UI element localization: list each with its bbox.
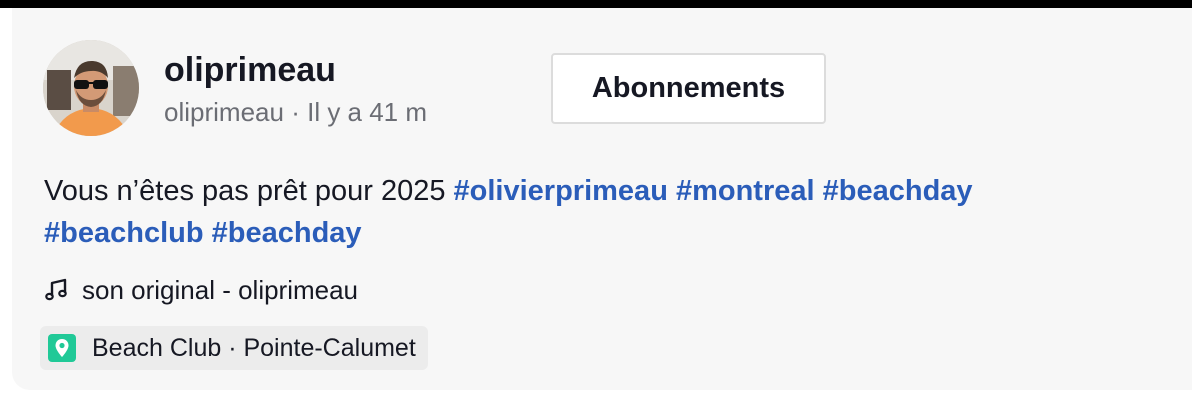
follow-button[interactable]: Abonnements [551, 53, 826, 124]
username[interactable]: oliprimeau [164, 50, 336, 90]
location-label: Beach Club · Pointe-Calumet [92, 333, 416, 362]
top-bar [0, 0, 1192, 8]
location-tag[interactable]: Beach Club · Pointe-Calumet [40, 326, 428, 370]
meta-separator: · [291, 97, 300, 127]
sound-link[interactable]: son original - oliprimeau [44, 272, 358, 308]
hashtag-link[interactable]: #beachday [212, 217, 362, 249]
hashtag-link[interactable]: #beachday [823, 175, 973, 207]
sound-label: son original - oliprimeau [82, 274, 359, 305]
post-meta: oliprimeau · Il y a 41 m [164, 96, 427, 128]
caption-text: Vous n’êtes pas prêt pour 2025 [44, 175, 446, 207]
avatar-image [43, 40, 139, 136]
music-note-icon [45, 278, 67, 301]
timestamp: Il y a 41 m [307, 97, 428, 127]
avatar[interactable] [43, 40, 139, 136]
hashtag-link[interactable]: #olivierprimeau [454, 175, 668, 207]
handle[interactable]: oliprimeau [164, 97, 284, 127]
hashtag-link[interactable]: #beachclub [44, 217, 204, 249]
caption: Vous n’êtes pas prêt pour 2025 #olivierp… [44, 170, 1154, 254]
location-pin-icon [48, 334, 76, 362]
hashtag-link[interactable]: #montreal [676, 175, 815, 207]
